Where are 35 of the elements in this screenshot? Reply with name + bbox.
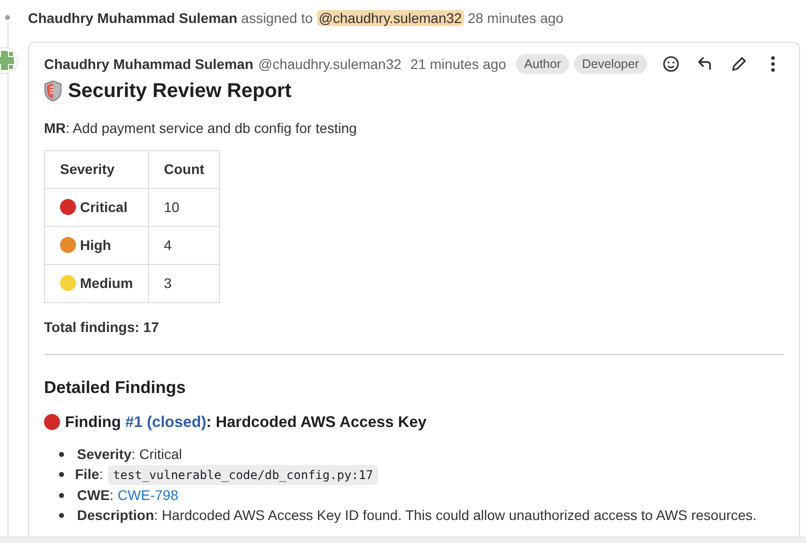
detail-label: File: — [75, 465, 104, 484]
merge-request-line: MR: Add payment service and db config for testing — [44, 119, 358, 138]
report-title: Security Review Report — [68, 79, 292, 104]
pencil-icon[interactable] — [730, 55, 748, 73]
author-name[interactable]: Chaudhry Muhammad Suleman — [44, 54, 254, 74]
role-badge: Author — [516, 54, 569, 74]
table-cell: 10 — [164, 199, 180, 215]
detail-text: Description: Hardcoded AWS Access Key ID found. This could allow unauthorized access to AWS resources. — [77, 506, 757, 525]
bullet-icon — [59, 452, 64, 456]
timeline-dot — [5, 15, 10, 20]
bullet-icon — [59, 472, 64, 477]
detail-text: Severity: Critical — [77, 444, 182, 464]
table-cell: 3 — [164, 275, 172, 291]
timestamp: 21 minutes ago — [410, 54, 506, 74]
role-badge: Developer — [574, 54, 647, 74]
username[interactable]: @chaudhry.suleman32 — [258, 54, 402, 74]
table-cell: Medium — [80, 275, 133, 291]
cwe-link[interactable]: CWE-798 — [118, 484, 178, 506]
bullet-icon — [59, 492, 64, 498]
finding-heading: Finding #1 (closed): Hardcoded AWS Access Key — [65, 412, 426, 432]
column-header: Severity — [44, 150, 148, 188]
system-note: Chaudhry Muhammad Suleman assigned to @chaudhry.suleman32 28 minutes ago — [28, 9, 564, 28]
bullet-icon — [59, 513, 64, 518]
shield-icon — [44, 80, 62, 102]
issue-link[interactable]: #1 (closed) — [125, 414, 206, 430]
reply-icon[interactable] — [696, 55, 714, 73]
table-cell: High — [80, 237, 112, 253]
table-cell: 4 — [164, 237, 172, 253]
emoji-icon[interactable] — [662, 55, 680, 73]
detail-label: CWE: — [77, 486, 114, 504]
file-path: test_vulnerable_code/db_config.py:17 — [108, 464, 378, 484]
total-findings: Total findings: 17 — [44, 318, 160, 337]
column-header: Count — [148, 150, 220, 188]
table-cell: Critical — [80, 199, 128, 215]
section-heading: Detailed Findings — [44, 377, 187, 399]
